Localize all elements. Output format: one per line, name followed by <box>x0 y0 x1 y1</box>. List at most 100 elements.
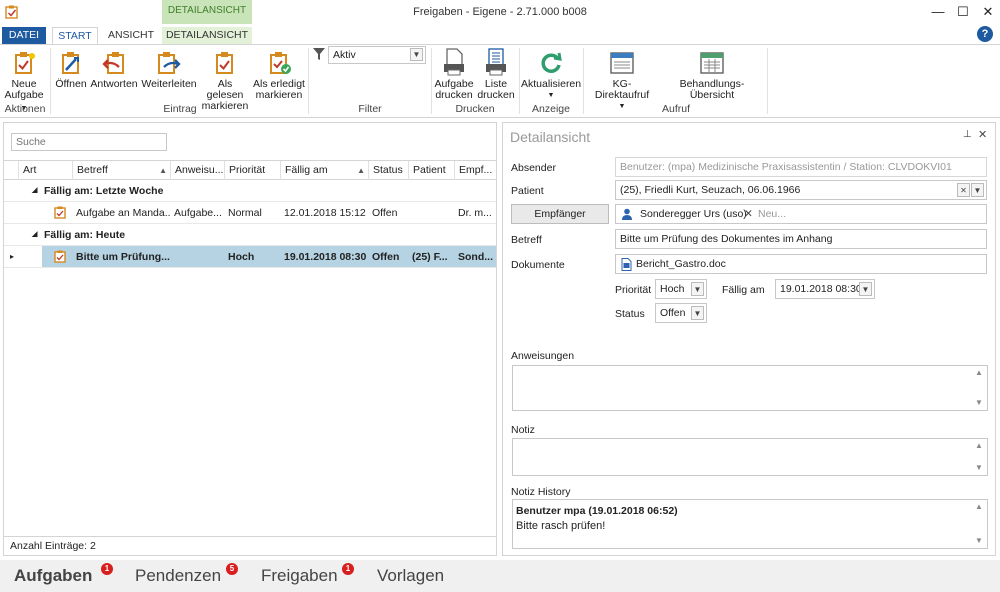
recipient-new-placeholder[interactable]: Neu... <box>758 205 786 223</box>
minimize-icon[interactable]: — <box>926 2 950 22</box>
maximize-icon[interactable]: ☐ <box>951 2 975 22</box>
document-icon <box>621 258 632 273</box>
refresh-label: Aktualisieren <box>521 78 582 90</box>
documents-field[interactable]: Bericht_Gastro.doc <box>615 254 987 274</box>
forward-button[interactable]: Weiterleiten <box>141 50 197 90</box>
remove-recipient-icon[interactable]: ✕ <box>744 205 753 223</box>
table-row-selected[interactable]: ▸ Bitte um Prüfung... Hoch 19.01.2018 08… <box>4 246 496 268</box>
column-header-faellig[interactable]: Fällig am ▲ <box>280 161 368 180</box>
scrollbar[interactable]: ▲ ▼ <box>973 368 985 408</box>
group-label-eintrag: Eintrag <box>163 103 197 115</box>
tab-detailansicht[interactable]: DETAILANSICHT <box>162 27 252 44</box>
cell-anweisung <box>170 246 224 267</box>
clear-icon[interactable]: ✕ <box>957 183 970 197</box>
refresh-icon <box>541 52 562 73</box>
ribbon-divider <box>767 48 768 114</box>
priority-select[interactable]: Hoch ▼ <box>655 279 707 299</box>
tab-datei[interactable]: DATEI <box>2 27 46 44</box>
due-date-picker[interactable]: 19.01.2018 08:30 ▼ <box>775 279 875 299</box>
chevron-down-icon: ▼ <box>410 48 423 61</box>
reply-button[interactable]: Antworten <box>90 50 138 90</box>
column-header-art[interactable]: Art <box>18 161 72 180</box>
ribbon-divider <box>583 48 584 114</box>
print-task-button[interactable]: Aufgabe drucken <box>434 48 474 101</box>
filter-select[interactable]: Aktiv ▼ <box>328 46 426 64</box>
nav-aufgaben[interactable]: Aufgaben <box>14 566 92 586</box>
search-input[interactable] <box>11 133 167 151</box>
document-link[interactable]: Bericht_Gastro.doc <box>636 255 726 273</box>
note-textarea[interactable]: ▲ ▼ <box>512 438 988 476</box>
collapse-icon: ◢ <box>32 187 38 194</box>
nav-freigaben[interactable]: Freigaben <box>261 566 338 586</box>
history-entry-text: Bitte rasch prüfen! <box>516 520 606 532</box>
refresh-button[interactable]: Aktualisieren ▼ <box>521 50 581 101</box>
column-header-betreff[interactable]: Betreff ▲ <box>72 161 170 180</box>
help-icon[interactable]: ? <box>977 26 993 42</box>
chevron-down-icon: ▼ <box>859 282 872 296</box>
new-task-icon <box>15 52 35 74</box>
scroll-down-icon: ▼ <box>975 398 983 407</box>
group-row-label: Fällig am: Letzte Woche <box>44 185 164 197</box>
pin-icon[interactable]: ⊥ <box>963 129 972 140</box>
entry-count: Anzahl Einträge: 2 <box>4 536 496 555</box>
print-list-button[interactable]: Liste drucken <box>476 48 516 101</box>
print-task-label-2: drucken <box>435 89 473 101</box>
label-notiz-history: Notiz History <box>511 486 571 498</box>
cell-status: Offen <box>372 207 398 219</box>
table-row[interactable]: Aufgabe an Manda... Aufgabe... Normal 12… <box>4 202 496 224</box>
chevron-down-icon[interactable]: ▼ <box>971 183 984 197</box>
column-header-empfaenger[interactable]: Empf... <box>454 161 496 180</box>
context-tab-band: DETAILANSICHT <box>162 0 252 24</box>
context-tab-band-label: DETAILANSICHT <box>167 5 247 16</box>
kg-direct-icon <box>610 52 634 74</box>
label-faellig: Fällig am <box>722 284 765 296</box>
filter-select-value: Aktiv <box>333 49 356 61</box>
cell-status: Offen <box>372 251 400 263</box>
close-panel-icon[interactable]: ✕ <box>978 128 987 141</box>
collapse-icon: ◢ <box>32 231 38 238</box>
nav-vorlagen[interactable]: Vorlagen <box>377 566 444 586</box>
kg-direct-label: KG-Direktaufruf <box>594 78 650 101</box>
treatment-overview-label: Behandlungs-Übersicht <box>679 78 745 101</box>
recipient-button[interactable]: Empfänger <box>511 204 609 224</box>
reply-label: Antworten <box>90 78 138 90</box>
patient-value: (25), Friedli Kurt, Seuzach, 06.06.1966 <box>620 184 801 196</box>
cell-prioritaet: Hoch <box>228 251 255 263</box>
column-header-status[interactable]: Status <box>368 161 408 180</box>
treatment-overview-button[interactable]: Behandlungs-Übersicht <box>660 50 764 101</box>
sort-asc-icon: ▲ <box>357 166 365 175</box>
badge-pendenzen: 5 <box>226 563 238 575</box>
scroll-down-icon: ▼ <box>975 463 983 472</box>
subject-field[interactable]: Bitte um Prüfung des Dokumentes im Anhan… <box>615 229 987 249</box>
forward-icon <box>158 52 181 74</box>
filter-icon <box>313 47 325 64</box>
group-label-drucken: Drucken <box>455 103 495 115</box>
status-value: Offen <box>660 307 686 319</box>
group-label-anzeige: Anzeige <box>532 103 570 115</box>
column-header-patient[interactable]: Patient <box>408 161 454 180</box>
status-select[interactable]: Offen ▼ <box>655 303 707 323</box>
open-label: Öffnen <box>55 78 87 90</box>
patient-field[interactable]: (25), Friedli Kurt, Seuzach, 06.06.1966 … <box>615 180 987 200</box>
person-icon <box>621 208 633 223</box>
detail-title: Detailansicht <box>510 129 591 145</box>
scrollbar[interactable]: ▲ ▼ <box>973 441 985 473</box>
tab-ansicht[interactable]: ANSICHT <box>104 27 158 44</box>
instructions-textarea[interactable]: ▲ ▼ <box>512 365 988 411</box>
tab-start[interactable]: START <box>52 27 98 45</box>
open-button[interactable]: Öffnen <box>53 50 89 90</box>
ribbon-divider <box>50 48 51 114</box>
group-row-last-week[interactable]: ◢ Fällig am: Letzte Woche <box>4 180 496 202</box>
recipient-field[interactable]: Sonderegger Urs (uso) ✕ Neu... <box>615 204 987 224</box>
group-row-today[interactable]: ◢ Fällig am: Heute <box>4 224 496 246</box>
scrollbar[interactable]: ▲ ▼ <box>973 502 985 546</box>
column-header-anweisung[interactable]: Anweisu... <box>170 161 224 180</box>
cell-faellig: 19.01.2018 08:30 <box>284 251 367 263</box>
mark-done-button[interactable]: Als erledigt markieren <box>252 50 306 101</box>
cell-patient <box>408 202 454 223</box>
label-status: Status <box>615 308 645 320</box>
nav-pendenzen[interactable]: Pendenzen <box>135 566 221 586</box>
scroll-down-icon: ▼ <box>975 536 983 545</box>
close-icon[interactable]: ✕ <box>976 2 1000 22</box>
column-header-prioritaet[interactable]: Priorität <box>224 161 280 180</box>
